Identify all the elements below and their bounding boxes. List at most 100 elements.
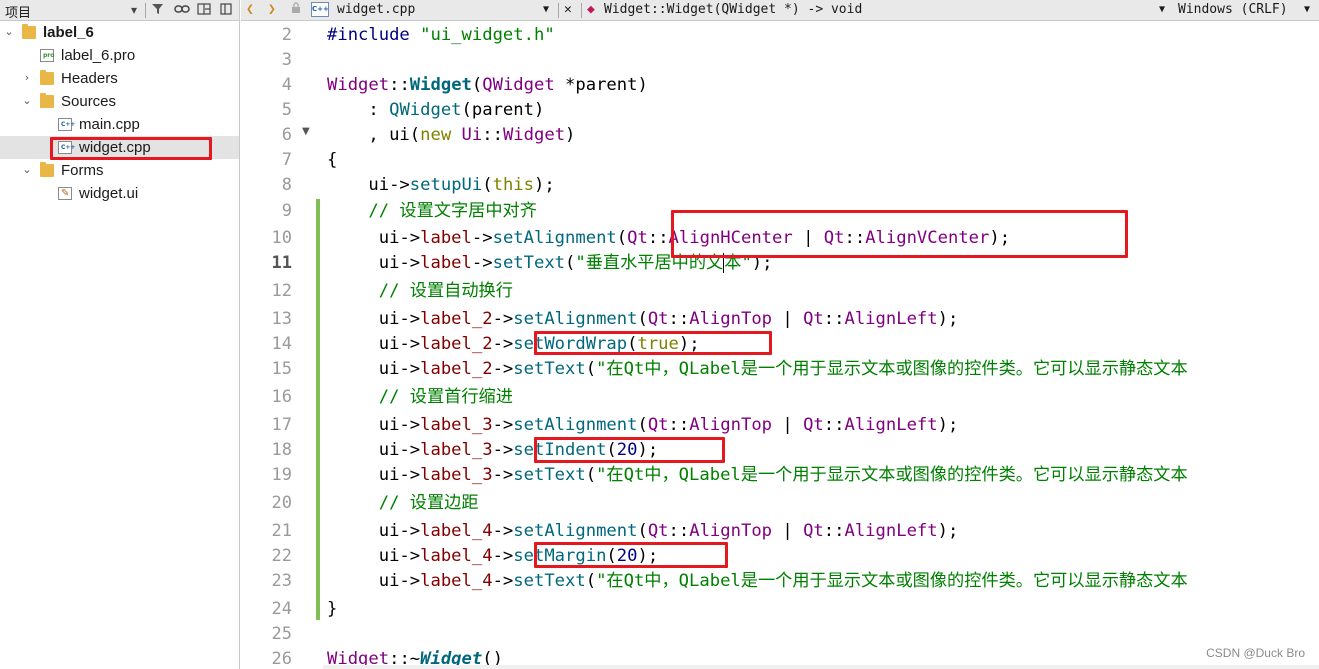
line-number: 25 [271, 624, 292, 644]
changed-lines-marker [316, 199, 320, 620]
code-line-14: ui->label_2->setWordWrap(true); [327, 334, 700, 354]
cpp-file-icon: C++ [58, 141, 75, 154]
line-number: 26 [271, 649, 292, 669]
fold-marker-icon[interactable]: ▼ [302, 119, 310, 144]
line-number: 2 [281, 25, 292, 45]
folder-icon [40, 162, 54, 177]
line-number: 21 [271, 521, 292, 541]
line-number: 14 [271, 334, 292, 354]
line-number: 12 [271, 281, 292, 301]
line-number-gutter: 2 3 4 5 6 ▼ 7 8 9 10 11 12 13 14 15 16 1… [241, 21, 323, 669]
code-line-20-comment: // 设置边距 [327, 493, 479, 513]
toolbar-separator [145, 3, 146, 18]
line-number: 6 [281, 125, 292, 145]
line-number: 13 [271, 309, 292, 329]
tree-item-widget-ui[interactable]: ✎ widget.ui [0, 182, 239, 205]
line-number: 15 [271, 359, 292, 379]
code-line-17: ui->label_3->setAlignment(Qt::AlignTop |… [327, 415, 959, 435]
code-line-13: ui->label_2->setAlignment(Qt::AlignTop |… [327, 309, 959, 329]
code-line-16-comment: // 设置首行缩进 [327, 387, 513, 407]
line-number: 23 [271, 571, 292, 591]
code-line-9-comment: // 设置文字居中对齐 [327, 201, 537, 221]
line-number: 7 [281, 150, 292, 170]
chevron-down-icon[interactable]: ⌄ [21, 93, 33, 109]
tree-item-sources[interactable]: ⌄ Sources [0, 90, 239, 113]
close-file-icon[interactable]: ✕ [564, 2, 572, 18]
code-line-12-comment: // 设置自动换行 [327, 281, 513, 301]
code-line-15: ui->label_2->setText("在Qt中，QLabel是一个用于显示… [327, 359, 1188, 379]
current-symbol[interactable]: Widget::Widget(QWidget *) -> void [604, 2, 862, 18]
current-file-name[interactable]: widget.cpp [337, 2, 415, 18]
code-line-5: : QWidget(parent) [327, 100, 545, 120]
code-line-21: ui->label_4->setAlignment(Qt::AlignTop |… [327, 521, 959, 541]
lock-icon [291, 2, 301, 19]
line-number: 8 [281, 175, 292, 195]
line-number: 17 [271, 415, 292, 435]
tree-item-label: main.cpp [79, 116, 140, 133]
tree-item-pro-file[interactable]: pro label_6.pro [0, 44, 239, 67]
code-line-10: ui->label->setAlignment(Qt::AlignHCenter… [327, 228, 1011, 248]
code-line-19: ui->label_3->setText("在Qt中，QLabel是一个用于显示… [327, 465, 1188, 485]
tree-item-label: label_6 [43, 24, 94, 41]
line-number-current: 11 [271, 253, 292, 273]
symbol-dropdown-icon[interactable]: ▼ [1159, 2, 1165, 18]
code-line-6: , ui(new Ui::Widget) [327, 125, 576, 145]
line-ending-selector[interactable]: Windows (CRLF) [1178, 2, 1288, 18]
chevron-down-icon[interactable]: ⌄ [21, 162, 33, 178]
line-number: 16 [271, 387, 292, 407]
tree-item-label: label_6.pro [61, 47, 136, 64]
line-number: 18 [271, 440, 292, 460]
line-number: 5 [281, 100, 292, 120]
editor-toolbar: ❮ ❯ C++ widget.cpp ▼ ✕ ◆ Widget::Widget(… [241, 0, 1319, 21]
code-line-2: #include "ui_widget.h" [327, 25, 555, 45]
tree-item-label: widget.cpp [79, 139, 151, 156]
tree-item-project[interactable]: ⌄ label_6 [0, 21, 239, 44]
project-pane-toolbar: 项目 ▾ [0, 0, 239, 21]
split-icon[interactable] [197, 2, 212, 20]
tree-item-label: Headers [61, 70, 118, 87]
text-cursor: 本" [723, 253, 752, 273]
tree-item-headers[interactable]: › Headers [0, 67, 239, 90]
close-pane-icon[interactable] [220, 2, 232, 20]
line-ending-dropdown-icon[interactable]: ▼ [1304, 2, 1310, 18]
code-line-7: { [327, 150, 338, 170]
cpp-file-icon: C++ [58, 118, 75, 131]
code-line-18: ui->label_3->setIndent(20); [327, 440, 659, 460]
folder-icon [40, 70, 54, 85]
code-line-24: } [327, 599, 338, 619]
chevron-down-icon[interactable]: ⌄ [3, 24, 15, 40]
tree-item-label: widget.ui [79, 185, 139, 202]
code-line-4: Widget::Widget(QWidget *parent) [327, 75, 648, 95]
code-line-23: ui->label_4->setText("在Qt中，QLabel是一个用于显示… [327, 571, 1188, 591]
ui-file-icon: ✎ [58, 187, 72, 200]
link-icon[interactable] [174, 2, 190, 20]
code-editor[interactable]: #include "ui_widget.h" Widget::Widget(QW… [323, 21, 1319, 669]
folder-icon [40, 93, 54, 108]
back-arrow-icon[interactable]: ❮ [246, 2, 254, 18]
forward-arrow-icon[interactable]: ❯ [268, 2, 276, 18]
file-dropdown-icon[interactable]: ▼ [543, 2, 549, 18]
toolbar-separator [558, 3, 559, 18]
cpp-file-icon: C++ [311, 2, 329, 17]
line-number: 24 [271, 599, 292, 619]
line-number: 19 [271, 465, 292, 485]
pro-file-icon: pro [40, 49, 54, 62]
line-number: 4 [281, 75, 292, 95]
line-number: 22 [271, 546, 292, 566]
tree-item-widget-cpp[interactable]: C++ widget.cpp [0, 136, 239, 159]
tree-item-main-cpp[interactable]: C++ main.cpp [0, 113, 239, 136]
project-folder-icon [22, 24, 36, 39]
function-symbol-icon: ◆ [587, 2, 595, 17]
filter-icon[interactable] [151, 2, 165, 20]
line-number: 20 [271, 493, 292, 513]
code-line-8: ui->setupUi(this); [327, 175, 555, 195]
code-line-22: ui->label_4->setMargin(20); [327, 546, 659, 566]
toolbar-separator [581, 3, 582, 18]
line-number: 3 [281, 50, 292, 70]
horizontal-scrollbar[interactable] [323, 665, 1319, 669]
chevron-down-icon[interactable]: ▾ [131, 2, 137, 18]
chevron-right-icon[interactable]: › [21, 70, 33, 86]
tree-item-forms[interactable]: ⌄ Forms [0, 159, 239, 182]
project-pane: 项目 ▾ ⌄ label_6 pro label_6.pro › Headers… [0, 0, 240, 669]
code-line-11: ui->label->setText("垂直水平居中的文本"); [327, 253, 773, 273]
